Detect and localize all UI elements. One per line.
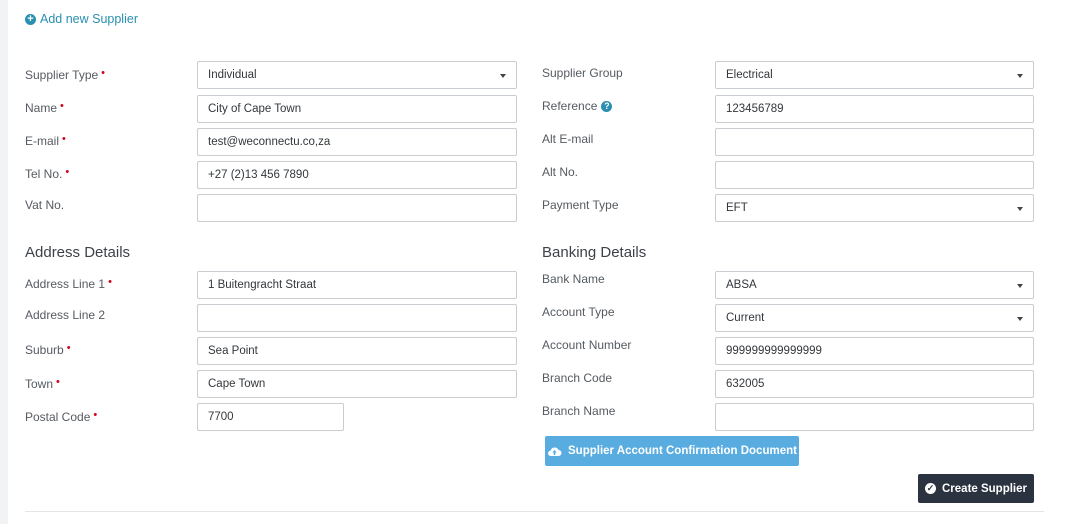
tel-label: Tel No. • (25, 166, 70, 181)
bank-name-label: Bank Name (542, 272, 605, 286)
payment-type-label: Payment Type (542, 198, 619, 212)
name-input[interactable]: City of Cape Town (197, 95, 517, 123)
town-label: Town • (25, 376, 60, 391)
supplier-type-select[interactable]: Individual (197, 61, 517, 89)
town-input[interactable]: Cape Town (197, 370, 517, 398)
create-supplier-button[interactable]: ✓ Create Supplier (918, 474, 1034, 503)
name-label: Name • (25, 100, 64, 115)
required-marker: • (56, 376, 60, 388)
vat-label: Vat No. (25, 198, 65, 212)
account-number-input[interactable]: 999999999999999 (715, 337, 1034, 365)
supplier-group-select[interactable]: Electrical (715, 61, 1034, 89)
cloud-upload-icon (548, 447, 562, 457)
required-marker: • (62, 133, 66, 145)
vat-input[interactable] (197, 194, 517, 222)
required-marker: • (65, 166, 70, 178)
postal-code-input[interactable]: 7700 (197, 403, 344, 431)
reference-input[interactable]: 123456789 (715, 95, 1034, 123)
branch-name-label: Branch Name (542, 404, 616, 418)
add-new-supplier-label: Add new Supplier (40, 12, 138, 26)
page-left-strip (0, 0, 8, 524)
address-line1-input[interactable]: 1 Buitengracht Straat (197, 271, 517, 299)
address-line2-label: Address Line 2 (25, 308, 106, 322)
reference-label: Reference? (542, 99, 613, 113)
address-details-heading: Address Details (25, 244, 131, 261)
postal-code-label: Postal Code • (25, 409, 98, 424)
branch-code-label: Branch Code (542, 371, 613, 385)
plus-circle-icon: + (25, 13, 36, 25)
required-marker: • (93, 409, 98, 421)
supplier-type-label: Supplier Type • (25, 67, 106, 82)
address-line1-label: Address Line 1 • (25, 276, 112, 291)
required-marker: • (60, 100, 64, 112)
bottom-divider (25, 511, 1044, 512)
email-input[interactable]: test@weconnectu.co,za (197, 128, 517, 156)
upload-button-label: Supplier Account Confirmation Document (568, 445, 797, 457)
required-marker: • (66, 342, 71, 354)
address-line2-input[interactable] (197, 304, 517, 332)
bank-name-select[interactable]: ABSA (715, 271, 1034, 299)
add-new-supplier-link[interactable]: + Add new Supplier (25, 11, 138, 27)
alt-email-input[interactable] (715, 128, 1034, 156)
required-marker: • (101, 67, 106, 79)
required-marker: • (108, 276, 112, 288)
account-type-label: Account Type (542, 305, 615, 319)
suburb-input[interactable]: Sea Point (197, 337, 517, 365)
alt-no-label: Alt No. (542, 165, 579, 179)
help-icon[interactable]: ? (601, 101, 613, 112)
tel-input[interactable]: +27 (2)13 456 7890 (197, 161, 517, 189)
branch-name-input[interactable] (715, 403, 1034, 431)
banking-details-heading: Banking Details (542, 244, 647, 261)
check-circle-icon: ✓ (925, 483, 936, 494)
supplier-group-label: Supplier Group (542, 66, 623, 80)
payment-type-select[interactable]: EFT (715, 194, 1034, 222)
account-type-select[interactable]: Current (715, 304, 1034, 332)
alt-email-label: Alt E-mail (542, 132, 594, 146)
alt-no-input[interactable] (715, 161, 1034, 189)
branch-code-input[interactable]: 632005 (715, 370, 1034, 398)
account-number-label: Account Number (542, 338, 632, 352)
create-supplier-label: Create Supplier (942, 482, 1027, 495)
upload-confirmation-document-button[interactable]: Supplier Account Confirmation Document (545, 436, 799, 466)
email-label: E-mail • (25, 133, 66, 148)
suburb-label: Suburb • (25, 342, 71, 357)
